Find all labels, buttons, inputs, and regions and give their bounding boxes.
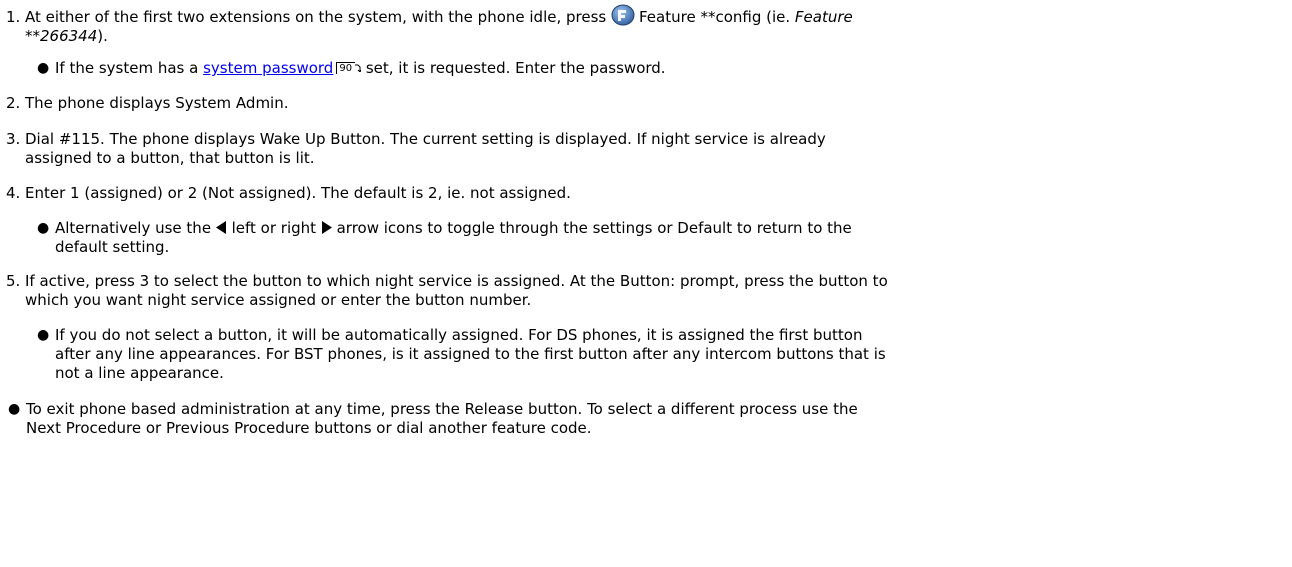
bullet-text-post: set, it is requested. Enter the password… (365, 59, 666, 77)
step-5-line-1: If active, press 3 to select the button … (25, 272, 888, 290)
bullet-dot: ● (37, 220, 50, 236)
step-5-bullet: ● If you do not select a button, it will… (37, 326, 1267, 383)
bullet-line-3: not a line appearance. (55, 364, 224, 382)
step-3-line-2: assigned to a button, that button is lit… (25, 149, 315, 167)
feature-code-word: Feature (794, 8, 853, 26)
bullet-text-mid: left or right (231, 219, 317, 237)
step-3: 3. Dial #115. The phone displays Wake Up … (6, 130, 1276, 168)
right-arrow-icon (321, 220, 332, 234)
step-1: 1. At either of the first two extensions … (6, 4, 1276, 46)
step-number: 5. (6, 272, 21, 290)
step-number: 4. (6, 184, 21, 202)
step-4-text: Enter 1 (assigned) or 2 (Not assigned). … (25, 184, 571, 202)
bullet-dot: ● (37, 60, 50, 76)
step-2: 2. The phone displays System Admin. (6, 94, 1276, 113)
step-4-bullet: ● Alternatively use the left or right ar… (37, 219, 1267, 257)
step-1-text-post: ). (97, 27, 108, 45)
bullet-dot: ● (8, 401, 21, 417)
exit-note-bullet: ● To exit phone based administration at … (8, 400, 1238, 438)
step-1-text-mid: Feature **config (ie. (639, 8, 791, 26)
bullet-text-pre: If the system has a (55, 59, 199, 77)
step-5-line-2: which you want night service assigned or… (25, 291, 532, 309)
step-1-bullet: ● If the system has a system password 90 … (37, 59, 1267, 78)
step-5: 5. If active, press 3 to select the butto… (6, 272, 1276, 310)
left-arrow-icon (215, 220, 227, 234)
step-3-line-1: Dial #115. The phone displays Wake Up Bu… (25, 130, 826, 148)
bullet-text-pre: Alternatively use the (55, 219, 212, 237)
exit-note-line-1: To exit phone based administration at an… (26, 400, 858, 418)
step-1-text-pre: At either of the first two extensions on… (25, 8, 607, 26)
page-reference-badge[interactable]: 90 (336, 62, 356, 74)
step-4: 4. Enter 1 (assigned) or 2 (Not assigned)… (6, 184, 1276, 203)
system-password-link[interactable]: system password (203, 59, 333, 77)
page-reference-icon[interactable] (355, 58, 362, 73)
exit-note-line-2: Next Procedure or Previous Procedure but… (26, 419, 592, 437)
step-number: 1. (6, 8, 21, 26)
bullet-line-1: If you do not select a button, it will b… (55, 326, 863, 344)
feature-button-icon (611, 4, 635, 26)
step-number: 2. (6, 94, 21, 112)
feature-code-digits: **266344 (25, 27, 98, 45)
step-number: 3. (6, 130, 21, 148)
bullet-line-2: after any line appearances. For BST phon… (55, 345, 886, 363)
bullet-text-line-1-end: arrow icons to toggle through the settin… (336, 219, 852, 237)
bullet-dot: ● (37, 327, 50, 343)
step-2-text: The phone displays System Admin. (25, 94, 289, 112)
bullet-text-line-2: default setting. (55, 238, 170, 256)
